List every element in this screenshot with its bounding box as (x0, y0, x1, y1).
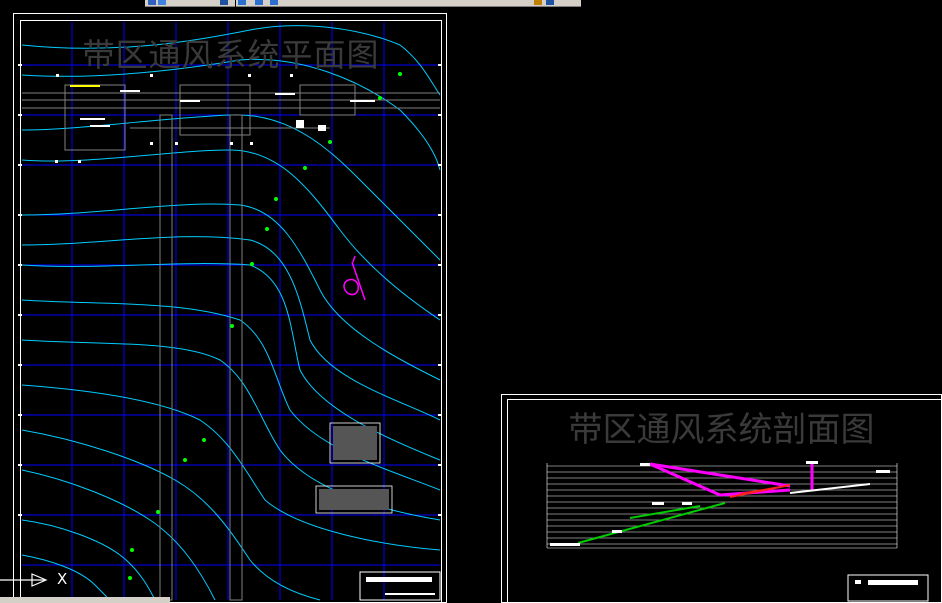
plan-inner-frame (20, 20, 442, 603)
plan-title: 带区通风系统平面图 (82, 36, 380, 74)
section-title: 带区通风系统剖面图 (568, 410, 875, 450)
layout-tabs-strip[interactable] (0, 597, 170, 603)
ucs-axis-label: X (57, 570, 68, 588)
